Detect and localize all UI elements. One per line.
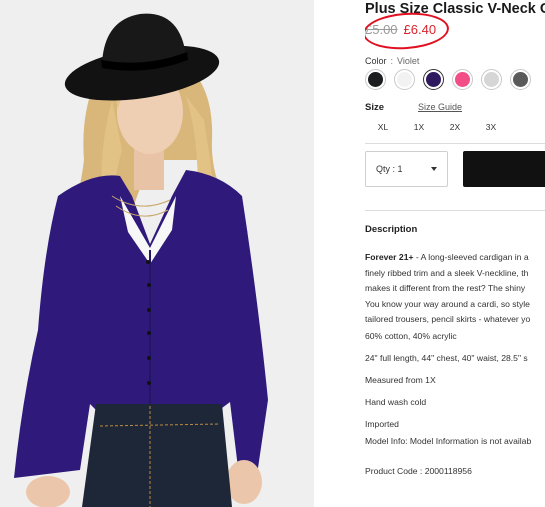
- swatch-violet[interactable]: [423, 69, 444, 90]
- product-image: [0, 0, 314, 507]
- selected-color-name: Violet: [397, 56, 420, 66]
- chevron-down-icon: [431, 167, 437, 171]
- color-label: Color: [365, 56, 387, 66]
- color-label-row: Color: Violet: [365, 56, 419, 66]
- description-text: Forever 21+ - A long-sleeved cardigan in…: [365, 250, 545, 328]
- description-line: tailored trousers, pencil skirts - whate…: [365, 314, 531, 324]
- size-option-2x[interactable]: 2X: [437, 122, 473, 132]
- size-option-3x[interactable]: 3X: [473, 122, 509, 132]
- swatch-white[interactable]: [394, 69, 415, 90]
- care-instructions: Hand wash cold: [365, 397, 427, 407]
- description-heading: Description: [365, 224, 418, 235]
- swatch-light-grey[interactable]: [481, 69, 502, 90]
- swatch-pink[interactable]: [452, 69, 473, 90]
- description-line: finely ribbed trim and a sleek V-necklin…: [365, 267, 529, 278]
- measured-from: Measured from 1X: [365, 375, 436, 385]
- model-info: Model Info: Model Information is not ava…: [365, 436, 532, 446]
- size-option-xl[interactable]: XL: [365, 122, 401, 132]
- description-line: Forever 21+ - A long-sleeved cardigan in…: [365, 252, 529, 262]
- composition: 60% cotton, 40% acrylic: [365, 331, 457, 341]
- size-options: XL 1X 2X 3X: [365, 122, 509, 132]
- size-label: Size: [365, 102, 385, 113]
- swatch-black[interactable]: [365, 69, 386, 90]
- divider: [365, 143, 545, 144]
- divider: [365, 210, 545, 211]
- quantity-select[interactable]: Qty : 1: [365, 151, 448, 187]
- size-guide-link[interactable]: Size Guide: [418, 102, 462, 112]
- quantity-value: Qty : 1: [376, 164, 403, 174]
- description-line: You know your way around a cardi, so sty…: [365, 298, 530, 309]
- swatch-charcoal-marl[interactable]: [510, 69, 531, 90]
- description-line: makes it different from the rest? The sh…: [365, 283, 526, 293]
- color-swatches: [365, 69, 531, 90]
- product-code: Product Code : 2000118956: [365, 466, 472, 476]
- brand-name: Forever 21+: [365, 252, 414, 262]
- color-separator: :: [390, 56, 394, 66]
- origin: Imported: [365, 419, 399, 429]
- size-option-1x[interactable]: 1X: [401, 122, 437, 132]
- add-to-bag-button[interactable]: [463, 151, 545, 187]
- product-details: Plus Size Classic V-Neck C £5.00 £6.40 Co…: [365, 0, 545, 507]
- measurements: 24" full length, 44" chest, 40" waist, 2…: [365, 353, 528, 363]
